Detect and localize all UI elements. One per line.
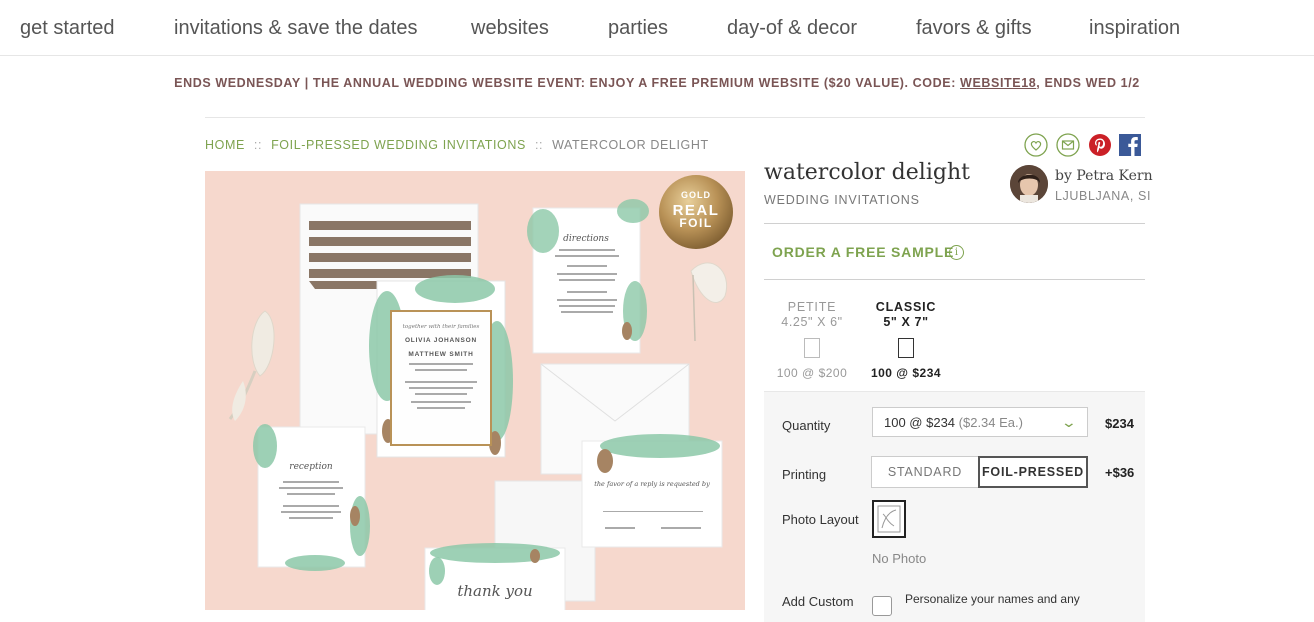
svg-text:GOLD: GOLD: [681, 190, 711, 200]
promo-code[interactable]: WEBSITE18: [960, 76, 1036, 90]
size-price: 100 @ $234: [870, 366, 942, 380]
pinterest-icon[interactable]: [1088, 133, 1112, 157]
card-thank-you: thank you: [424, 543, 566, 610]
quantity-select[interactable]: 100 @ $234 ($2.34 Ea.) ⌄: [872, 407, 1088, 437]
chevron-down-icon: ⌄: [1060, 414, 1078, 430]
order-sample-link[interactable]: ORDER A FREE SAMPLE: [772, 244, 954, 260]
nav-parties[interactable]: parties: [608, 17, 668, 40]
add-custom-label: Add Custom: [782, 594, 854, 609]
card-main-invitation: together with their families OLIVIA JOHA…: [369, 275, 513, 458]
size-option-classic[interactable]: CLASSIC 5" X 7" 100 @ $234: [860, 300, 952, 380]
designer-avatar[interactable]: [1010, 165, 1048, 203]
mail-icon[interactable]: [1056, 133, 1080, 157]
product-title: watercolor delight: [764, 160, 970, 185]
photo-layout-value: No Photo: [872, 551, 927, 566]
photo-layout-option[interactable]: [872, 500, 906, 538]
divider: [764, 223, 1145, 224]
printing-standard-button[interactable]: STANDARD: [871, 456, 979, 488]
quantity-amount: $234: [1105, 416, 1134, 431]
photo-layout-label: Photo Layout: [782, 512, 859, 527]
product-subtitle: WEDDING INVITATIONS: [764, 193, 920, 207]
gold-foil-badge: GOLD REAL FOIL: [659, 175, 733, 249]
designer-location: LJUBLJANA, SI: [1055, 189, 1152, 203]
breadcrumb: HOME:: FOIL-PRESSED WEDDING INVITATIONS::…: [205, 138, 709, 152]
svg-text:FOIL: FOIL: [679, 216, 712, 230]
size-dimensions: 5" X 7": [883, 315, 929, 329]
promo-text: ENDS WEDNESDAY | THE ANNUAL WEDDING WEBS…: [174, 76, 961, 90]
printing-label: Printing: [782, 467, 827, 482]
card-couple-groom: MATTHEW SMITH: [408, 351, 473, 358]
facebook-icon[interactable]: [1118, 133, 1142, 157]
promo-suffix: , ENDS WED 1/2: [1036, 76, 1140, 90]
card-reception-title: reception: [289, 462, 333, 472]
quantity-label: Quantity: [782, 418, 831, 433]
size-option-petite[interactable]: PETITE 4.25" X 6" 100 @ $200: [766, 300, 858, 380]
breadcrumb-home[interactable]: HOME: [205, 138, 245, 152]
product-photo-illustration: directions GOLD REAL FOIL together with …: [228, 175, 733, 610]
size-preview-icon: [898, 338, 914, 358]
heart-icon[interactable]: [1024, 133, 1048, 157]
promo-banner: ENDS WEDNESDAY | THE ANNUAL WEDDING WEBS…: [0, 76, 1314, 90]
quantity-each: ($2.34 Ea.): [958, 415, 1023, 430]
divider: [764, 279, 1145, 280]
size-name: PETITE: [787, 300, 837, 314]
breadcrumb-separator: ::: [253, 138, 263, 152]
top-nav: get started invitations & save the dates…: [0, 0, 1314, 56]
card-couple-bride: OLIVIA JOHANSON: [405, 337, 477, 344]
size-price: 100 @ $200: [776, 366, 848, 380]
nav-get-started[interactable]: get started: [20, 17, 115, 40]
printing-foil-button[interactable]: FOIL-PRESSED: [978, 456, 1088, 488]
card-rsvp-title: the favor of a reply is requested by: [594, 480, 710, 488]
svg-text:together with their families: together with their families: [403, 324, 480, 330]
card-rsvp: the favor of a reply is requested by: [581, 434, 723, 548]
designer-name[interactable]: by Petra Kern: [1055, 168, 1153, 184]
size-preview-icon: [804, 338, 820, 358]
breadcrumb-current: WATERCOLOR DELIGHT: [552, 138, 709, 152]
quantity-value: 100 @ $234: [884, 415, 956, 430]
card-directions-title: directions: [563, 234, 609, 244]
card-thank-you-title: thank you: [457, 582, 532, 600]
breadcrumb-category[interactable]: FOIL-PRESSED WEDDING INVITATIONS: [271, 138, 526, 152]
nav-favors-gifts[interactable]: favors & gifts: [916, 17, 1032, 40]
size-dimensions: 4.25" X 6": [781, 315, 843, 329]
no-photo-icon: [877, 505, 901, 533]
nav-inspiration[interactable]: inspiration: [1089, 17, 1180, 40]
nav-invitations[interactable]: invitations & save the dates: [174, 17, 417, 40]
card-reception: reception: [253, 424, 370, 571]
product-photo[interactable]: directions GOLD REAL FOIL together with …: [205, 171, 745, 610]
divider: [205, 117, 1145, 118]
size-name: CLASSIC: [875, 300, 937, 314]
breadcrumb-separator: ::: [534, 138, 544, 152]
card-directions: directions: [527, 199, 649, 354]
custom-checkbox[interactable]: [872, 596, 892, 616]
nav-websites[interactable]: websites: [471, 17, 549, 40]
info-icon[interactable]: i: [949, 245, 964, 260]
printing-amount: +$36: [1105, 465, 1135, 480]
nav-day-of-decor[interactable]: day-of & decor: [727, 17, 857, 40]
custom-description: Personalize your names and any: [905, 592, 1080, 606]
